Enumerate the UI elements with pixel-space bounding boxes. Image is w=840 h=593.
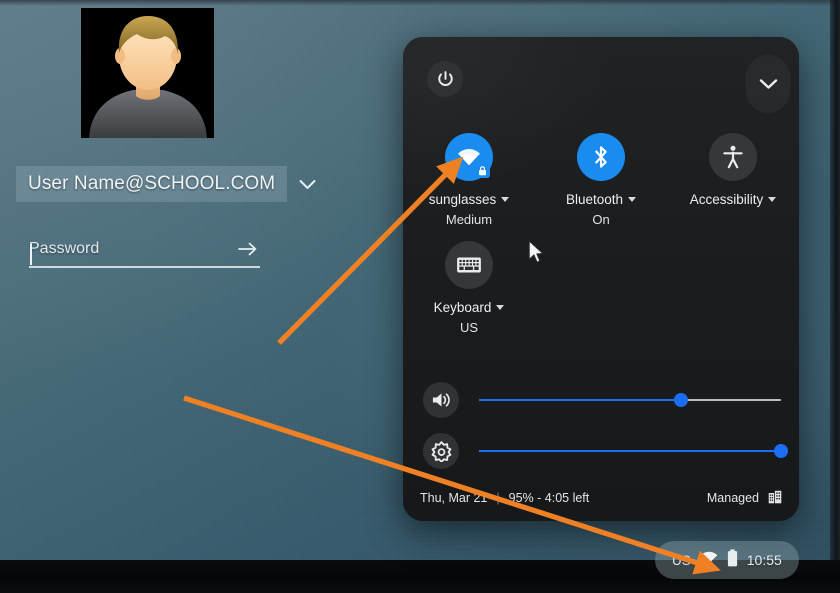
tray-keyboard-layout[interactable]: US (672, 553, 691, 568)
tile-network-sublabel: Medium (445, 212, 493, 227)
managed-indicator[interactable]: Managed (707, 490, 782, 507)
arrow-right-icon (238, 242, 257, 256)
tile-accessibility-label: Accessibility (689, 192, 764, 207)
battery-icon[interactable] (727, 548, 738, 572)
user-selector[interactable]: User Name@SCHOOL.COM (16, 166, 316, 202)
tile-accessibility-icon-circle[interactable] (709, 133, 757, 181)
wifi-icon[interactable] (700, 551, 718, 570)
system-tray[interactable]: US 10:55 (655, 541, 799, 579)
tile-bluetooth-icon-circle[interactable] (577, 133, 625, 181)
password-field-group[interactable] (29, 234, 260, 268)
collapse-panel-button[interactable] (746, 55, 790, 113)
feature-tiles: sunglasses Medium Bluetooth On Accessibi… (403, 133, 799, 349)
screen-bezel-top (0, 0, 840, 6)
power-icon (437, 70, 453, 86)
feature-tile-row: Keyboard US (403, 241, 799, 335)
power-button[interactable] (427, 61, 463, 97)
tray-clock[interactable]: 10:55 (747, 552, 782, 568)
chromebook-login-screen: User Name@SCHOOL.COM sunglasses Medium B… (0, 0, 840, 593)
tile-accessibility-label-row: Accessibility (690, 192, 777, 207)
username-label: User Name@SCHOOL.COM (28, 173, 276, 194)
password-input[interactable] (29, 240, 209, 258)
caret-down-icon[interactable] (501, 197, 510, 202)
text-caret (30, 244, 32, 265)
user-avatar-illustration (81, 8, 214, 138)
tile-bluetooth-sublabel: On (592, 212, 610, 227)
brightness-icon[interactable] (423, 433, 459, 469)
enterprise-building-icon (768, 490, 782, 507)
tile-keyboard-label-row: Keyboard (434, 300, 505, 315)
caret-down-icon[interactable] (496, 305, 505, 310)
brightness-track-fill (479, 449, 781, 453)
caret-down-icon[interactable] (628, 197, 637, 202)
lock-badge-icon (475, 163, 490, 178)
username-chip[interactable]: User Name@SCHOOL.COM (16, 166, 288, 202)
volume-slider-track[interactable] (479, 391, 781, 409)
screen-bezel-right (830, 0, 840, 575)
tile-network-icon-circle[interactable] (445, 133, 493, 181)
caret-down-icon[interactable] (768, 197, 777, 202)
tile-bluetooth-label: Bluetooth (565, 192, 624, 207)
brightness-slider-track[interactable] (479, 442, 788, 460)
avatar[interactable] (81, 8, 214, 138)
tile-network[interactable]: sunglasses Medium (403, 133, 535, 227)
tile-keyboard-sublabel: US (459, 320, 479, 335)
password-submit-button[interactable] (236, 242, 260, 256)
tile-keyboard[interactable]: Keyboard US (403, 241, 535, 335)
tile-bluetooth[interactable]: Bluetooth On (535, 133, 667, 227)
chevron-down-icon (759, 79, 777, 89)
quick-settings-panel: sunglasses Medium Bluetooth On Accessibi… (403, 37, 799, 521)
footer-date: Thu, Mar 21 (420, 491, 488, 505)
quick-settings-footer: Thu, Mar 21 | 95% - 4:05 left Managed (403, 475, 799, 521)
footer-separator: | (496, 491, 500, 505)
bluetooth-icon (595, 146, 607, 168)
brightness-slider-row[interactable] (423, 431, 788, 471)
tile-keyboard-label: Keyboard (433, 300, 492, 315)
volume-slider-row[interactable] (423, 380, 781, 420)
managed-label: Managed (706, 491, 759, 505)
volume-track-fill (479, 398, 682, 402)
tile-network-label: sunglasses (428, 192, 497, 207)
volume-slider-thumb[interactable] (674, 393, 689, 407)
keyboard-icon (457, 257, 481, 273)
volume-up-icon[interactable] (423, 382, 459, 418)
tile-keyboard-icon-circle[interactable] (445, 241, 493, 289)
tile-network-label-row: sunglasses (429, 192, 510, 207)
tile-bluetooth-label-row: Bluetooth (565, 192, 637, 207)
brightness-slider-thumb[interactable] (774, 444, 788, 458)
footer-battery-status: 95% - 4:05 left (508, 491, 590, 505)
quick-settings-header (403, 37, 799, 113)
tile-accessibility[interactable]: Accessibility (667, 133, 799, 227)
feature-tile-row: sunglasses Medium Bluetooth On Accessibi… (403, 133, 799, 227)
chevron-down-icon[interactable] (299, 179, 316, 190)
accessibility-icon (723, 145, 743, 169)
